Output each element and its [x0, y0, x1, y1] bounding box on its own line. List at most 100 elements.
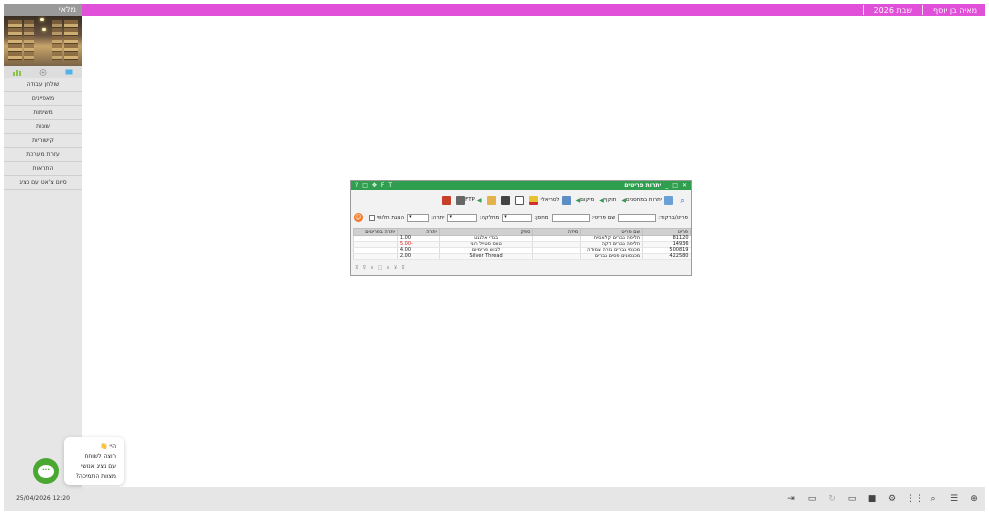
last-page-icon[interactable]: ⊼ [401, 265, 405, 271]
messages-icon[interactable]: ▭ [846, 493, 858, 505]
balance-select[interactable] [407, 213, 430, 222]
alt-display-label: הצגת חלופי [376, 214, 405, 221]
sidebar-item-alerts[interactable]: התראות [4, 162, 82, 176]
serial-icon [561, 195, 571, 205]
minimize-icon[interactable]: _ [665, 182, 668, 189]
sidebar-item-workdesk[interactable]: שולחן עבודה [4, 78, 82, 92]
t-button[interactable]: T [388, 182, 392, 189]
location-button[interactable]: מיקום ◀ [574, 197, 595, 204]
window-icon[interactable]: □ [362, 182, 368, 189]
window-toolbar: ⌕ יתרות במחסנים ◀ תוקף ◀ מיקום ◀ לסריאלי ◀ F… [437, 193, 687, 207]
sidebar-item-properties[interactable]: מאפיינים [4, 92, 82, 106]
print-icon [500, 195, 510, 205]
shelf-graphic [52, 20, 62, 62]
chat-dots-icon: ··· [38, 464, 54, 478]
warehouse-icon [664, 195, 673, 205]
top-bar: מאיה בן יוסף שבת 2026 [82, 4, 985, 16]
sidebar-item-end-chat[interactable]: סיום צ'אט עם נציג [4, 176, 82, 190]
week-label: שבת 2026 [873, 5, 913, 15]
toolbar-label: מיקום [580, 197, 595, 203]
settings-icon[interactable]: ⚙ [886, 493, 898, 505]
item-barcode-label: פריט/ברקוד: [658, 214, 688, 221]
monitor-icon[interactable] [65, 69, 73, 76]
add-circle-icon[interactable] [39, 68, 47, 76]
filter-row: פריט/ברקוד: שם פריטי: מחסן: מחלקה: יתרה:… [353, 212, 688, 223]
chat-line: מצוות התמיכה? [75, 473, 116, 480]
apps-grid-icon[interactable]: ⋮⋮ [906, 493, 924, 505]
sidebar-icon-row [4, 66, 82, 78]
divider [862, 5, 864, 15]
arrow-icon: ◀ [599, 196, 604, 204]
title-tools: ? □ ✥ F T [355, 182, 396, 189]
alt-display-checkbox[interactable] [368, 214, 375, 221]
sidebar-item-tasks[interactable]: משימות [4, 106, 82, 120]
shelf-graphic [8, 20, 22, 62]
user-name[interactable]: מאיה בן יוסף [933, 6, 977, 15]
down-icon[interactable]: ∨ [370, 265, 374, 271]
chat-line: היי 👋 [100, 443, 116, 450]
department-label: מחלקה: [479, 214, 500, 221]
column-header-size[interactable]: מידה [532, 228, 582, 236]
print-button[interactable] [499, 195, 510, 205]
cell-item: 422580 [642, 253, 691, 260]
monitor-icon[interactable]: ▭ [806, 493, 818, 505]
next-page-icon[interactable]: ⊻ [394, 265, 398, 271]
logout-icon[interactable]: ⇥ [785, 493, 797, 505]
sidebar-menu: שולחן עבודה מאפיינים משימות שונות קישורי… [4, 78, 82, 190]
sidebar-title: מלאי [4, 4, 82, 16]
bottom-toolbar: ⊕ ☰ ⌕ ⋮⋮ ⚙ ■ ▭ ↻ ▭ ⇥ [82, 487, 985, 511]
list-icon[interactable]: ☰ [948, 493, 960, 505]
sidebar-item-connectivity[interactable]: קישוריות [4, 134, 82, 148]
chart-button[interactable] [527, 195, 538, 205]
search-button[interactable]: ⌕ [676, 196, 687, 205]
maximize-icon[interactable]: □ [672, 182, 678, 189]
cell-units [353, 253, 398, 260]
chart-icon [528, 195, 538, 205]
sidebar-item-misc[interactable]: שונות [4, 120, 82, 134]
warehouse-select[interactable] [502, 213, 533, 222]
sidebar-item-system-help[interactable]: עזרת מערכת [4, 148, 82, 162]
table-row[interactable]: 422580 מכנסונים פסים גברים Silver Thread… [353, 253, 691, 260]
item-barcode-input[interactable] [618, 213, 657, 222]
board-icon[interactable]: ■ [866, 493, 878, 505]
refresh-icon[interactable]: ↻ [826, 493, 838, 505]
house-icon [486, 195, 496, 205]
search-icon: ⌕ [680, 195, 685, 205]
chat-button[interactable]: ··· [33, 458, 59, 484]
export-button[interactable] [440, 195, 452, 205]
move-icon[interactable]: ✥ [372, 182, 377, 189]
items-table: פריט שם פריט מידה ספק יתרה יתרה בפריטים … [353, 228, 691, 260]
item-name-input[interactable] [551, 213, 590, 222]
window-titlebar[interactable]: ✕ □ _ יתרות פריטים ? □ ✥ F T [351, 181, 691, 190]
prev-page-icon[interactable]: ⊽ [363, 265, 367, 271]
toolbar-label: לסריאלי [540, 197, 560, 203]
report-icon [514, 195, 524, 205]
serial-button[interactable]: לסריאלי [540, 195, 571, 205]
chat-bubble[interactable]: היי 👋 רוצה לשוחח עם נציג אנושי מצוות התמ… [64, 437, 124, 485]
add-circle-icon[interactable]: ⊕ [968, 493, 980, 505]
f-button[interactable]: F [381, 182, 384, 189]
house-button[interactable] [485, 195, 496, 205]
column-header-unit-balance[interactable]: יתרה בפריטים [353, 228, 398, 236]
report-button[interactable] [513, 195, 524, 205]
light-graphic [42, 28, 46, 31]
arrow-icon: ◀ [575, 196, 581, 204]
arrow-icon: ◀ [476, 196, 482, 204]
help-icon[interactable]: ? [355, 182, 358, 189]
cell-size [532, 253, 581, 260]
sidebar: מלאי שולחן עבודה מאפיינים משימות שונות ק… [4, 4, 82, 487]
first-page-icon[interactable]: ⊼ [355, 265, 359, 271]
warehouse-image [4, 16, 82, 66]
item-balance-window: ✕ □ _ יתרות פריטים ? □ ✥ F T ⌕ יתרות במח… [350, 180, 692, 276]
up-icon[interactable]: ∧ [386, 265, 390, 271]
warehouse-balances-button[interactable]: יתרות במחסנים ◀ [619, 195, 673, 205]
toolbar-label: FTP [465, 197, 475, 203]
validity-button[interactable]: תוקף ◀ [597, 197, 616, 204]
page-box-icon[interactable]: □ [378, 265, 383, 271]
ftp-button[interactable]: ◀ FTP [454, 195, 482, 205]
smiley-icon[interactable]: ☺ [353, 213, 363, 222]
department-select[interactable] [447, 213, 478, 222]
search-icon[interactable]: ⌕ [927, 493, 939, 505]
chart-icon[interactable] [13, 69, 21, 76]
close-icon[interactable]: ✕ [682, 182, 687, 189]
